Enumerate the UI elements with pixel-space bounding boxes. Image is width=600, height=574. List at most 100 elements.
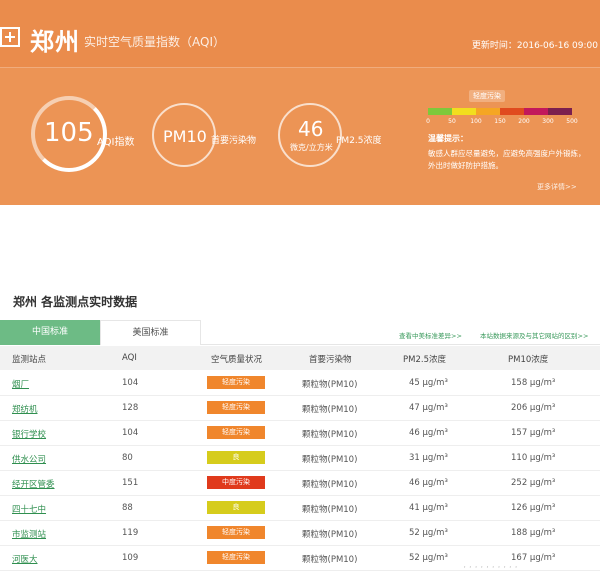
station-link[interactable]: 河医大 xyxy=(12,553,38,565)
status-badge: 轻度污染 xyxy=(207,401,265,414)
update-time: 更新时间：2016-06-16 09:00 xyxy=(471,41,598,51)
station-pollutant: 颗粒物(PM10) xyxy=(302,455,358,465)
pm25-unit: 微克/立方米 xyxy=(290,143,333,152)
add-city-button[interactable] xyxy=(0,27,20,47)
station-aqi: 88 xyxy=(122,503,133,513)
tab-divider xyxy=(201,344,600,345)
table-row: 市监测站 119 轻度污染 颗粒物(PM10) 52 μg/m³ 188 μg/m³ xyxy=(0,521,600,546)
col-pm10: PM10浓度 xyxy=(508,355,549,365)
status-badge: 良 xyxy=(207,451,265,464)
station-link[interactable]: 郑纺机 xyxy=(12,403,38,415)
header-bar: 郑州 实时空气质量指数（AQI） 更新时间：2016-06-16 09:00 xyxy=(0,0,600,68)
aqi-scale-bar xyxy=(428,108,572,115)
scale-segment xyxy=(452,108,476,115)
station-pollutant: 颗粒物(PM10) xyxy=(302,505,358,515)
station-pm25: 46 μg/m³ xyxy=(409,428,448,438)
table-row: 经开区管委 151 中度污染 颗粒物(PM10) 46 μg/m³ 252 μg/m³ xyxy=(0,471,600,496)
col-station: 监测站点 xyxy=(12,355,47,365)
station-pollutant: 颗粒物(PM10) xyxy=(302,480,358,490)
primary-pollutant-value: PM10 xyxy=(163,127,207,146)
tab-us-standard[interactable]: 美国标准 xyxy=(100,320,201,345)
table-row: 烟厂 104 轻度污染 颗粒物(PM10) 45 μg/m³ 158 μg/m³ xyxy=(0,371,600,396)
station-pollutant: 颗粒物(PM10) xyxy=(302,430,358,440)
data-source-link[interactable]: 本站数据来源及与其它网站的区别>> xyxy=(480,330,588,340)
tab-china-standard[interactable]: 中国标准 xyxy=(0,320,100,345)
aqi-label: AQI指数 xyxy=(97,137,135,148)
primary-pollutant-label: 首要污染物 xyxy=(211,136,257,146)
station-pm10: 158 μg/m³ xyxy=(511,378,556,388)
scale-segment xyxy=(428,108,452,115)
station-aqi: 109 xyxy=(122,553,139,563)
station-pollutant: 颗粒物(PM10) xyxy=(302,380,358,390)
station-pollutant: 颗粒物(PM10) xyxy=(302,530,358,540)
status-badge: 轻度污染 xyxy=(207,426,265,439)
scale-tick: 150 xyxy=(494,118,506,125)
station-link[interactable]: 银行学校 xyxy=(12,428,46,440)
pm25-value: 46 xyxy=(298,117,324,141)
page: 郑州 实时空气质量指数（AQI） 更新时间：2016-06-16 09:00 1… xyxy=(0,0,600,574)
scale-tick: 200 xyxy=(518,118,530,125)
station-link[interactable]: 经开区管委 xyxy=(12,478,55,490)
station-aqi: 104 xyxy=(122,428,139,438)
station-pollutant: 颗粒物(PM10) xyxy=(302,405,358,415)
table-row: 供水公司 80 良 颗粒物(PM10) 31 μg/m³ 110 μg/m³ xyxy=(0,446,600,471)
col-aqi: AQI xyxy=(122,353,137,363)
station-aqi: 119 xyxy=(122,528,139,538)
scale-segment xyxy=(524,108,548,115)
scale-tick: 50 xyxy=(448,118,456,125)
level-tag: 轻度污染 xyxy=(469,90,505,102)
station-pm10: 206 μg/m³ xyxy=(511,403,556,413)
table-header: 监测站点 AQI 空气质量状况 首要污染物 PM2.5浓度 PM10浓度 xyxy=(0,346,600,370)
scale-tick: 500 xyxy=(566,118,578,125)
col-pm25: PM2.5浓度 xyxy=(403,355,446,365)
scale-tick: 0 xyxy=(426,118,430,125)
station-pm25: 31 μg/m³ xyxy=(409,453,448,463)
station-aqi: 80 xyxy=(122,453,133,463)
scale-tick: 100 xyxy=(470,118,482,125)
col-pollutant: 首要污染物 xyxy=(309,355,352,365)
advice-text: 敏感人群应尽量避免，应避免高强度户外锻炼，外出时做好防护措施。 xyxy=(428,149,586,170)
status-badge: 轻度污染 xyxy=(207,526,265,539)
scale-segment xyxy=(500,108,524,115)
table-row: 郑纺机 128 轻度污染 颗粒物(PM10) 47 μg/m³ 206 μg/m³ xyxy=(0,396,600,421)
city-name: 郑州 xyxy=(30,28,80,56)
station-pm10: 110 μg/m³ xyxy=(511,453,556,463)
station-pm10: 167 μg/m³ xyxy=(511,553,556,563)
station-link[interactable]: 市监测站 xyxy=(12,528,46,540)
station-aqi: 151 xyxy=(122,478,139,488)
more-details-link[interactable]: 更多详情>> xyxy=(537,182,577,192)
aqi-header: 郑州 实时空气质量指数（AQI） 更新时间：2016-06-16 09:00 1… xyxy=(0,0,600,205)
standard-difference-link[interactable]: 查看中美标准差异>> xyxy=(399,330,462,340)
page-subtitle: 实时空气质量指数（AQI） xyxy=(84,35,225,49)
station-pm10: 252 μg/m³ xyxy=(511,478,556,488)
station-pm25: 52 μg/m³ xyxy=(409,528,448,538)
aqi-scale-ticks: 0 50 100 150 200 300 500 xyxy=(425,118,578,128)
station-aqi: 104 xyxy=(122,378,139,388)
status-badge: 轻度污染 xyxy=(207,551,265,564)
aqi-value: 105 xyxy=(44,118,94,148)
status-badge: 中度污染 xyxy=(207,476,265,489)
scale-tick: 300 xyxy=(542,118,554,125)
scale-segment xyxy=(548,108,572,115)
station-pm10: 126 μg/m³ xyxy=(511,503,556,513)
station-link[interactable]: 四十七中 xyxy=(12,503,46,515)
stations-title: 郑州 各监测点实时数据 xyxy=(13,295,138,309)
station-link[interactable]: 烟厂 xyxy=(12,378,29,390)
watermark: · · · · · · · · · · xyxy=(463,563,518,573)
col-status: 空气质量状况 xyxy=(211,355,263,365)
station-pm25: 45 μg/m³ xyxy=(409,378,448,388)
station-pm25: 52 μg/m³ xyxy=(409,553,448,563)
station-pollutant: 颗粒物(PM10) xyxy=(302,555,358,565)
station-pm25: 47 μg/m³ xyxy=(409,403,448,413)
table-row: 四十七中 88 良 颗粒物(PM10) 41 μg/m³ 126 μg/m³ xyxy=(0,496,600,521)
station-pm10: 188 μg/m³ xyxy=(511,528,556,538)
advice-title: 温馨提示： xyxy=(428,134,468,143)
station-pm25: 46 μg/m³ xyxy=(409,478,448,488)
station-pm10: 157 μg/m³ xyxy=(511,428,556,438)
station-link[interactable]: 供水公司 xyxy=(12,453,46,465)
scale-segment xyxy=(476,108,500,115)
table-row: 银行学校 104 轻度污染 颗粒物(PM10) 46 μg/m³ 157 μg/m³ xyxy=(0,421,600,446)
station-pm25: 41 μg/m³ xyxy=(409,503,448,513)
status-badge: 轻度污染 xyxy=(207,376,265,389)
status-badge: 良 xyxy=(207,501,265,514)
